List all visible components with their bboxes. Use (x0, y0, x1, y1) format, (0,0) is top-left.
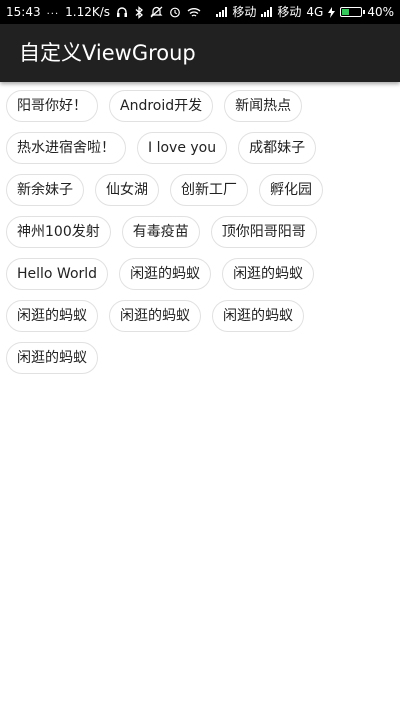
status-bar-right: 移动 移动 4G 40% (216, 0, 394, 24)
tag-chip[interactable]: Hello World (6, 258, 109, 290)
alarm-icon (169, 0, 181, 24)
battery-icon (340, 7, 366, 17)
tag-chip[interactable]: 闲逛的蚂蚁 (222, 258, 315, 290)
clock: 15:43 (6, 5, 41, 19)
charging-icon (328, 0, 336, 24)
tag-chip[interactable]: 阳哥你好！ (6, 90, 98, 122)
bluetooth-icon (134, 0, 144, 24)
tag-chip[interactable]: 有毒疫苗 (121, 216, 200, 248)
tag-chip[interactable]: 顶你阳哥阳哥 (210, 216, 317, 248)
tag-chip[interactable]: 热水进宿舍啦！ (6, 132, 126, 164)
tag-chip[interactable]: Android开发 (109, 90, 214, 122)
notification-dots: ... (46, 6, 60, 17)
battery-level-fill (342, 9, 350, 15)
tag-chip[interactable]: 新余妹子 (6, 174, 84, 206)
signal-icon (261, 7, 273, 17)
tag-chip[interactable]: 孵化园 (259, 174, 323, 206)
network-type: 4G (306, 5, 324, 19)
carrier-2: 移动 (277, 5, 302, 19)
headphones-icon (116, 0, 128, 24)
tag-chip[interactable]: 闲逛的蚂蚁 (6, 342, 98, 374)
tag-chip[interactable]: 成都妹子 (238, 132, 317, 164)
tag-chip[interactable]: 闲逛的蚂蚁 (119, 258, 212, 290)
network-speed: 1.12K/s (65, 5, 111, 19)
wifi-icon (187, 0, 201, 24)
status-bar: 15:43 ... 1.12K/s 移动 移动 4G 40% (0, 0, 400, 24)
tag-chip[interactable]: 仙女湖 (95, 174, 159, 206)
mute-icon (150, 0, 163, 24)
tag-chip[interactable]: 新闻热点 (224, 90, 303, 122)
status-bar-left: 15:43 ... 1.12K/s (6, 0, 201, 24)
page-title: 自定义ViewGroup (19, 41, 196, 65)
carrier-1: 移动 (232, 5, 257, 19)
tag-chip[interactable]: 闲逛的蚂蚁 (6, 300, 98, 332)
phone-screen: 15:43 ... 1.12K/s 移动 移动 4G 40% 自定义ViewGr… (0, 0, 400, 711)
flow-layout: 阳哥你好！ Android开发 新闻热点热水进宿舍啦！ I love you 成都妹子新… (6, 90, 394, 374)
signal-icon (216, 7, 228, 17)
tag-chip[interactable]: 闲逛的蚂蚁 (212, 300, 304, 332)
tag-chip[interactable]: I love you (137, 132, 228, 164)
battery-percent: 40% (367, 5, 394, 19)
tag-chip[interactable]: 创新工厂 (170, 174, 248, 206)
app-bar: 自定义ViewGroup (0, 24, 400, 82)
tag-chip[interactable]: 神州100发射 (6, 216, 111, 248)
tag-chip[interactable]: 闲逛的蚂蚁 (109, 300, 201, 332)
